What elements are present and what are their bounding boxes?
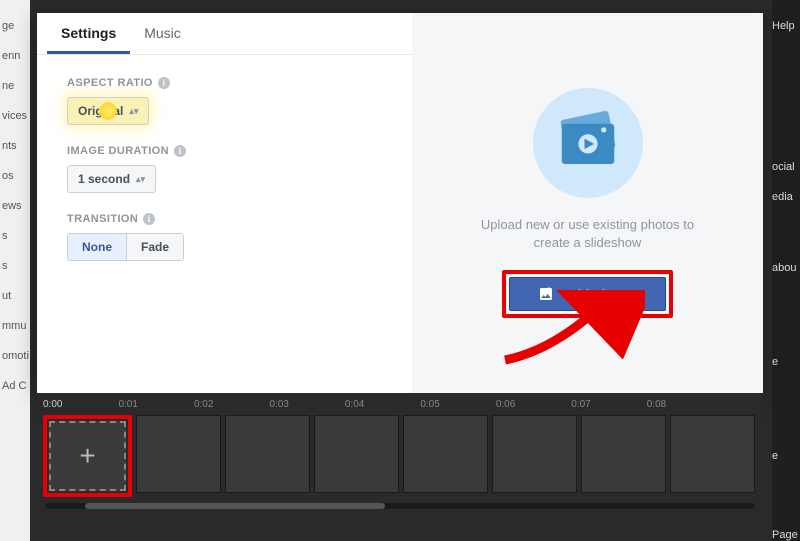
annotation-highlight: Add Photos [502, 270, 673, 318]
empty-frame[interactable] [670, 415, 755, 493]
chevron-updown-icon: ▴▾ [129, 106, 138, 117]
upload-panel: Upload new or use existing photos to cre… [412, 13, 763, 393]
tab-music[interactable]: Music [130, 13, 195, 54]
transition-fade[interactable]: Fade [126, 234, 183, 260]
empty-frame[interactable] [136, 415, 221, 493]
annotation-highlight: + [43, 415, 132, 497]
info-icon[interactable]: i [158, 77, 170, 89]
empty-frame[interactable] [225, 415, 310, 493]
image-duration-select[interactable]: 1 second ▴▾ [67, 165, 156, 193]
add-photo-icon [538, 286, 554, 302]
empty-frame[interactable] [403, 415, 488, 493]
image-duration-label: IMAGE DURATION i [67, 145, 382, 157]
plus-icon: + [79, 440, 95, 472]
filmstrip-scrollbar[interactable] [45, 503, 755, 509]
aspect-ratio-label: ASPECT RATIO i [67, 77, 382, 89]
transition-toggle: None Fade [67, 233, 184, 261]
tab-bar: Settings Music [37, 13, 412, 55]
aspect-ratio-select[interactable]: Original ▴▾ [67, 97, 149, 125]
info-icon[interactable]: i [174, 145, 186, 157]
transition-none[interactable]: None [68, 234, 126, 260]
slideshow-modal: Settings Music ASPECT RATIO i Original ▴… [37, 13, 763, 393]
timeline: 0:000:010:02 0:030:040:05 0:060:070:08 + [37, 393, 763, 523]
slideshow-graphic-icon [533, 88, 643, 198]
bg-right-strip: Help ocialedia abou e e Page [772, 0, 800, 541]
upload-hint: Upload new or use existing photos to cre… [468, 216, 708, 252]
empty-frame[interactable] [492, 415, 577, 493]
info-icon[interactable]: i [143, 213, 155, 225]
add-frame-button[interactable]: + [49, 421, 126, 491]
time-ruler: 0:000:010:02 0:030:040:05 0:060:070:08 [37, 393, 763, 415]
transition-label: TRANSITION i [67, 213, 382, 225]
bg-left-strip: geennne vicesntsos ewsss utmmuomoti Ad C [0, 0, 30, 541]
chevron-updown-icon: ▴▾ [136, 174, 145, 185]
empty-frame[interactable] [581, 415, 666, 493]
settings-panel: Settings Music ASPECT RATIO i Original ▴… [37, 13, 412, 393]
tab-settings[interactable]: Settings [47, 13, 130, 54]
empty-frame[interactable] [314, 415, 399, 493]
filmstrip: + [37, 415, 763, 497]
add-photos-button[interactable]: Add Photos [509, 277, 666, 311]
